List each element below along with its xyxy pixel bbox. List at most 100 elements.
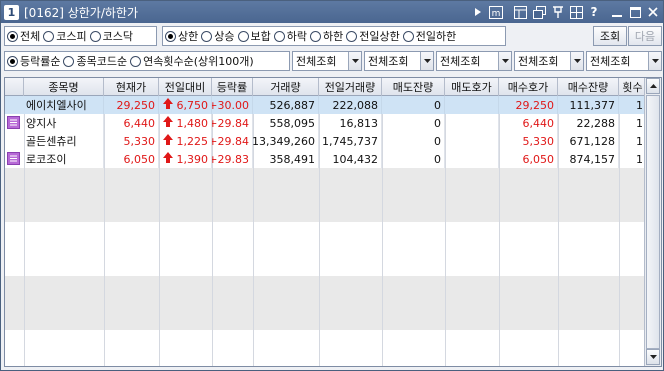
market-option-all[interactable]: 전체 [7, 28, 40, 44]
change-value: 1,225 [176, 134, 209, 148]
type-option-label: 하한 [323, 30, 344, 43]
sort-option-code[interactable]: 종목코드순 [63, 53, 127, 69]
cell-prev-volume: 16,813 [319, 114, 382, 132]
window: 1 [0162] 상한가/하한가 m ? 전체 코스피 코스닥 상한 상승 보합… [0, 0, 664, 371]
radio-circle-icon [89, 30, 101, 42]
cell-name: 에이치엘사이 [24, 96, 104, 114]
type-option-lower-limit[interactable]: 하한 [310, 28, 343, 44]
col-header-change[interactable]: 전일대비 [159, 78, 212, 96]
sort-option-rate[interactable]: 등락률순 [7, 53, 60, 69]
cell-volume: 526,887 [253, 96, 319, 114]
radio-circle-icon [7, 30, 18, 42]
col-header-prev-volume[interactable]: 전일거래량 [319, 78, 382, 96]
next-button[interactable]: 다음 [628, 26, 662, 46]
col-header-price[interactable]: 현재가 [104, 78, 159, 96]
cell-price: 5,330 [104, 132, 159, 150]
cell-count: 1 [619, 150, 647, 168]
document-icon[interactable] [7, 152, 20, 165]
close-icon[interactable] [645, 4, 661, 20]
table-row[interactable]: 에이치엘사이 29,250 6,750 +30.00 526,887 222,0… [5, 96, 647, 114]
maximize-icon[interactable] [627, 4, 643, 20]
help-icon[interactable]: ? [586, 4, 602, 20]
type-option-upper-limit[interactable]: 상한 [165, 28, 198, 44]
cell-price: 29,250 [104, 96, 159, 114]
tile-icon[interactable] [568, 4, 584, 20]
cell-price: 6,440 [104, 114, 159, 132]
m-box-icon[interactable]: m [488, 4, 504, 20]
filter-dropdown-3[interactable]: 전체조회 [436, 51, 512, 71]
dropdown-value: 전체조회 [440, 55, 481, 68]
cell-rate: +29.84 [212, 114, 253, 132]
filter-dropdown-1[interactable]: 전체조회 [292, 51, 362, 71]
change-value: 1,480 [176, 116, 209, 130]
col-header-rate[interactable]: 등락률 [212, 78, 253, 96]
type-option-prev-upper[interactable]: 전일상한 [346, 28, 400, 44]
radio-circle-icon [201, 30, 213, 42]
copy-window-icon[interactable] [531, 4, 547, 20]
table-row[interactable]: 골든센츄리 5,330 1,225 +29.84 13,349,260 1,74… [5, 132, 647, 150]
col-header-name[interactable]: 종목명 [24, 78, 104, 96]
cell-bid: 5,330 [499, 132, 558, 150]
change-value: 6,750 [176, 98, 209, 112]
col-header-bid-qty[interactable]: 매수잔량 [558, 78, 619, 96]
market-option-kospi[interactable]: 코스피 [43, 28, 87, 44]
dropdown-arrow-icon [570, 52, 583, 70]
cell-bid-qty: 111,377 [558, 96, 619, 114]
type-option-fall[interactable]: 하락 [273, 28, 307, 44]
scroll-up-icon[interactable] [646, 78, 660, 94]
col-header-volume[interactable]: 거래량 [253, 78, 319, 96]
radio-circle-icon [237, 30, 249, 42]
cell-ask [445, 96, 499, 114]
title-bar[interactable]: 1 [0162] 상한가/하한가 m ? [1, 1, 663, 23]
cell-count: 1 [619, 132, 647, 150]
filter-dropdown-5[interactable]: 전체조회 [586, 51, 662, 71]
scroll-thumb[interactable] [646, 95, 660, 349]
type-option-rise[interactable]: 상승 [201, 28, 235, 44]
table-row[interactable]: 로코조이 6,050 1,390 +29.83 358,491 104,432 … [5, 150, 647, 168]
market-option-kosdaq[interactable]: 코스닥 [89, 28, 133, 44]
cell-ask [445, 150, 499, 168]
up-arrow-icon [162, 116, 173, 130]
cell-count: 1 [619, 114, 647, 132]
type-option-flat[interactable]: 보합 [237, 28, 271, 44]
radio-circle-icon [310, 30, 321, 42]
up-arrow-icon [162, 98, 173, 112]
type-option-label: 전일상한 [359, 30, 400, 43]
split-window-icon[interactable] [512, 4, 528, 20]
radio-circle-icon [273, 30, 285, 42]
dropdown-arrow-icon [498, 52, 511, 70]
vertical-scrollbar[interactable] [644, 78, 661, 366]
cell-name: 골든센츄리 [24, 132, 104, 150]
col-header-bid[interactable]: 매수호가 [499, 78, 558, 96]
type-option-label: 상한 [178, 30, 199, 43]
minimize-icon[interactable] [609, 4, 625, 20]
type-option-label: 전일하한 [415, 30, 457, 43]
sort-option-streak[interactable]: 연속횟수순(상위100개) [130, 53, 254, 69]
dropdown-arrow-icon [348, 52, 361, 70]
cell-bid-qty: 22,288 [558, 114, 619, 132]
row-band [5, 168, 647, 222]
cell-bid: 29,250 [499, 96, 558, 114]
svg-text:m: m [492, 9, 501, 19]
sort-radio-group: 등락률순 종목코드순 연속횟수순(상위100개) [4, 51, 290, 71]
document-icon[interactable] [7, 116, 20, 129]
dropdown-value: 전체조회 [296, 55, 337, 68]
filter-dropdown-2[interactable]: 전체조회 [364, 51, 434, 71]
table-row[interactable]: 양지사 6,440 1,480 +29.84 558,095 16,813 0 … [5, 114, 647, 132]
dropdown-value: 전체조회 [518, 55, 559, 68]
type-option-prev-lower[interactable]: 전일하한 [402, 28, 457, 44]
col-header-count[interactable]: 횟수 [619, 78, 647, 96]
query-button[interactable]: 조회 [593, 26, 627, 46]
col-header-ask[interactable]: 매도호가 [445, 78, 499, 96]
dropdown-value: 전체조회 [590, 55, 631, 68]
filter-dropdown-4[interactable]: 전체조회 [514, 51, 584, 71]
play-arrow-icon[interactable] [470, 4, 486, 20]
cell-price: 6,050 [104, 150, 159, 168]
col-header-ask-qty[interactable]: 매도잔량 [382, 78, 445, 96]
pin-icon[interactable] [550, 4, 566, 20]
cell-bid: 6,440 [499, 114, 558, 132]
type-option-label: 하락 [286, 30, 307, 43]
filter-row-1: 전체 코스피 코스닥 상한 상승 보합 하락 하한 전일상한 전일하한 조회 다… [1, 25, 663, 47]
up-arrow-icon [162, 134, 173, 148]
scroll-down-icon[interactable] [646, 349, 660, 365]
